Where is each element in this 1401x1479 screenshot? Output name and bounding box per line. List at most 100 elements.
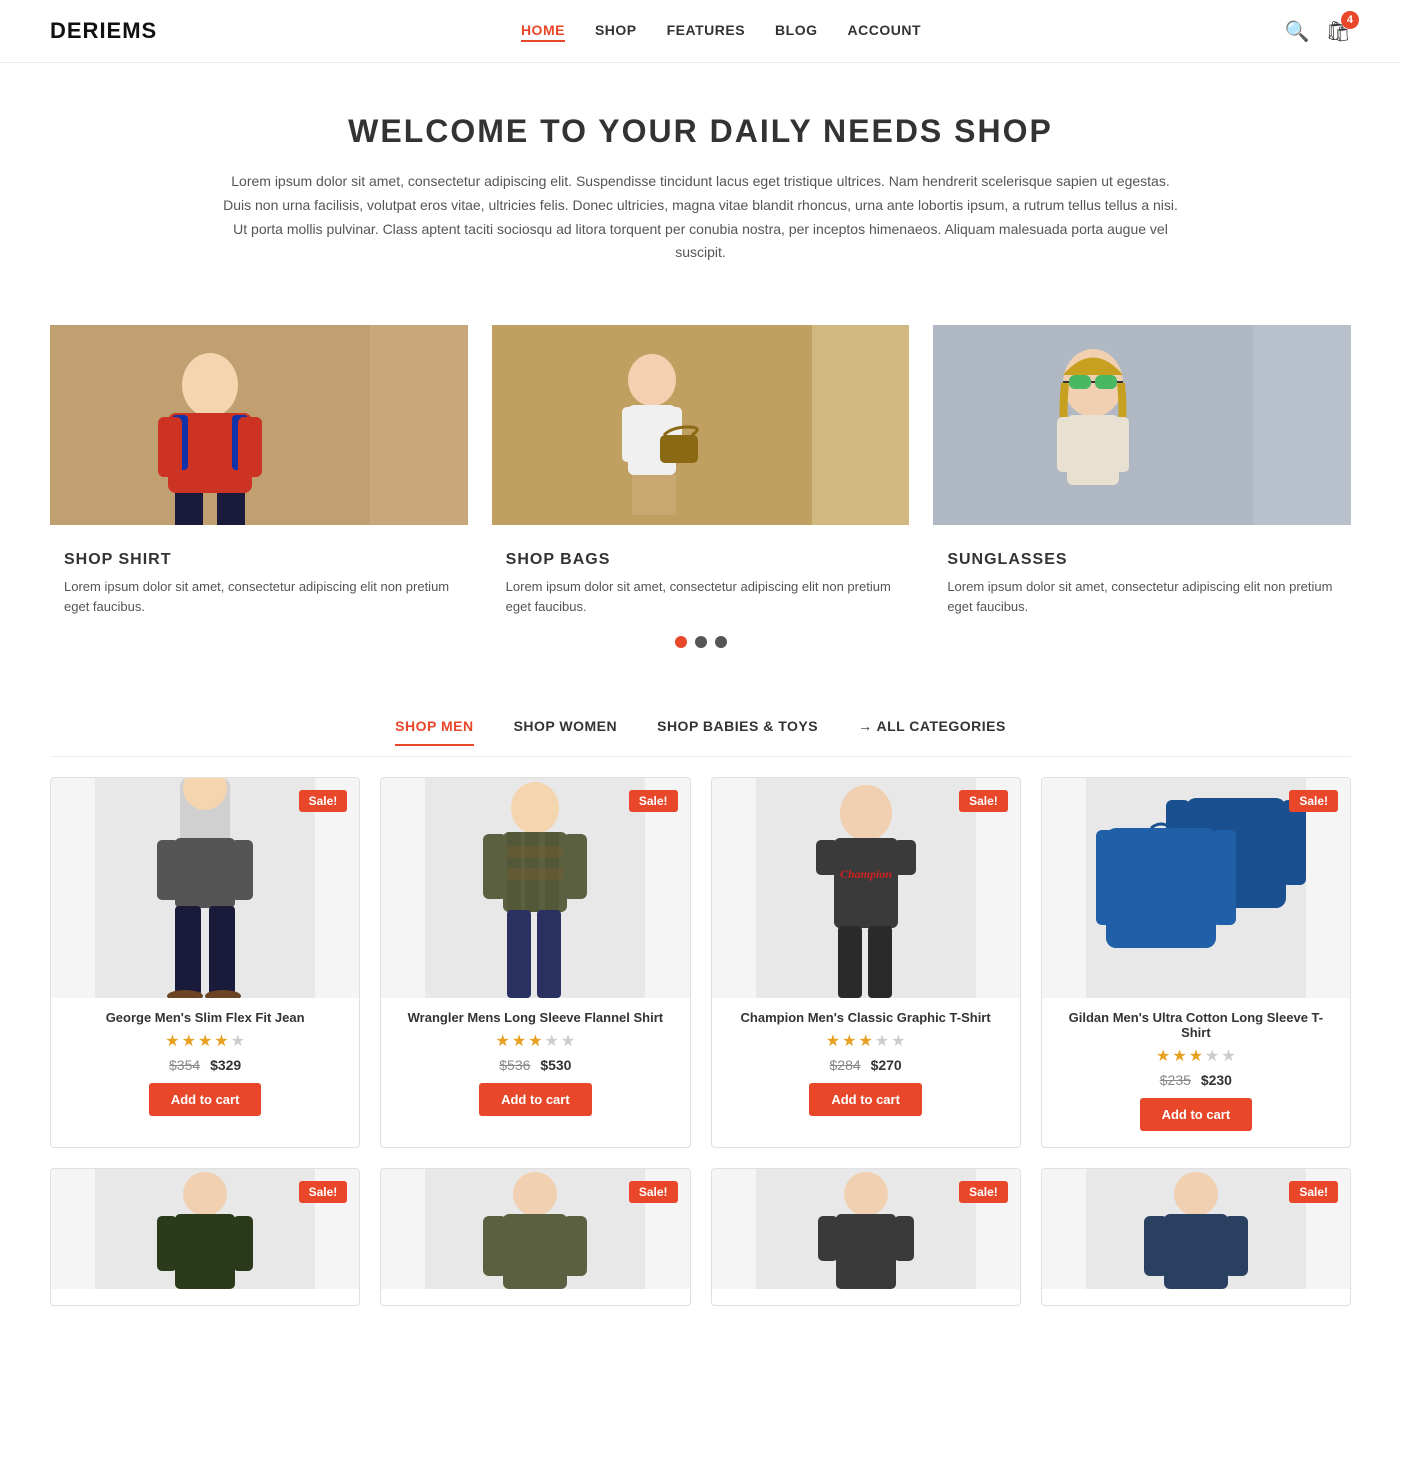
category-title-shirt: SHOP SHIRT (64, 551, 454, 569)
star-2-5: ★ (561, 1031, 575, 1051)
hero-section: WELCOME TO YOUR DAILY NEEDS SHOP Lorem i… (0, 63, 1401, 295)
category-desc-shirt: Lorem ipsum dolor sit amet, consectetur … (64, 577, 454, 616)
add-to-cart-button-3[interactable]: Add to cart (809, 1083, 922, 1116)
product-name-2: Wrangler Mens Long Sleeve Flannel Shirt (395, 1010, 675, 1025)
category-info-sunglasses: SUNGLASSES Lorem ipsum dolor sit amet, c… (933, 525, 1351, 616)
header: DERIEMS HOME SHOP FEATURES BLOG ACCOUNT … (0, 0, 1401, 63)
star-4-2: ★ (1172, 1046, 1186, 1066)
add-to-cart-button-4[interactable]: Add to cart (1140, 1098, 1253, 1131)
tab-all-categories[interactable]: ALL CATEGORIES (858, 718, 1006, 746)
sale-badge-4: Sale! (1289, 790, 1338, 812)
star-4-1: ★ (1156, 1046, 1170, 1066)
product-name-1: George Men's Slim Flex Fit Jean (65, 1010, 345, 1025)
nav-item-account[interactable]: ACCOUNT (848, 22, 922, 40)
nav-item-blog[interactable]: BLOG (775, 22, 817, 40)
new-price-2: $530 (540, 1057, 571, 1073)
old-price-2: $536 (499, 1057, 530, 1073)
nav-link-home[interactable]: HOME (521, 22, 565, 42)
nav-item-home[interactable]: HOME (521, 22, 565, 40)
carousel-dot-2[interactable] (695, 636, 707, 648)
hero-description: Lorem ipsum dolor sit amet, consectetur … (221, 170, 1181, 265)
sale-badge-3: Sale! (959, 790, 1008, 812)
sale-badge-6: Sale! (629, 1181, 678, 1203)
product-image-2: Sale! (381, 778, 689, 998)
product-card-8: Sale! (1041, 1168, 1351, 1306)
hero-title: WELCOME TO YOUR DAILY NEEDS SHOP (100, 113, 1301, 150)
tab-shop-babies-toys[interactable]: SHOP BABIES & TOYS (657, 718, 818, 746)
star-3-3: ★ (858, 1031, 872, 1051)
product-card-1: Sale! (50, 777, 360, 1148)
product-image-7: Sale! (712, 1169, 1020, 1289)
sale-badge-5: Sale! (299, 1181, 348, 1203)
product-name-4: Gildan Men's Ultra Cotton Long Sleeve T-… (1056, 1010, 1336, 1040)
sale-badge-1: Sale! (299, 790, 348, 812)
shop-tabs: SHOP MEN SHOP WOMEN SHOP BABIES & TOYS A… (50, 698, 1351, 757)
nav-item-shop[interactable]: SHOP (595, 22, 637, 40)
product-info-3: Champion Men's Classic Graphic T-Shirt ★… (712, 998, 1020, 1116)
category-desc-sunglasses: Lorem ipsum dolor sit amet, consectetur … (947, 577, 1337, 616)
product-card-5: Sale! (50, 1168, 360, 1306)
product-card-4: Sale! Gildan Men's Ultra Cot (1041, 777, 1351, 1148)
category-card-shirt[interactable]: SHOP SHIRT Lorem ipsum dolor sit amet, c… (50, 325, 468, 616)
carousel-dot-1[interactable] (675, 636, 687, 648)
new-price-3: $270 (871, 1057, 902, 1073)
star-3-2: ★ (842, 1031, 856, 1051)
product-image-3: Sale! Champion (712, 778, 1020, 998)
product-info-4: Gildan Men's Ultra Cotton Long Sleeve T-… (1042, 998, 1350, 1131)
nav-link-blog[interactable]: BLOG (775, 22, 817, 38)
old-price-3: $284 (830, 1057, 861, 1073)
price-row-1: $354 $329 (65, 1057, 345, 1073)
star-1-5: ★ (231, 1031, 245, 1051)
category-desc-bags: Lorem ipsum dolor sit amet, consectetur … (506, 577, 896, 616)
header-icons: 🔍 🛍 4 (1285, 19, 1351, 44)
nav-list: HOME SHOP FEATURES BLOG ACCOUNT (521, 22, 921, 40)
product-image-5: Sale! (51, 1169, 359, 1289)
category-title-bags: SHOP BAGS (506, 551, 896, 569)
category-image-sunglasses (933, 325, 1351, 525)
star-rating-1: ★ ★ ★ ★ ★ (65, 1031, 345, 1051)
carousel-dot-3[interactable] (715, 636, 727, 648)
nav-link-account[interactable]: ACCOUNT (848, 22, 922, 38)
category-card-bags[interactable]: SHOP BAGS Lorem ipsum dolor sit amet, co… (492, 325, 910, 616)
star-2-4: ★ (545, 1031, 559, 1051)
product-info-2: Wrangler Mens Long Sleeve Flannel Shirt … (381, 998, 689, 1116)
sale-badge-2: Sale! (629, 790, 678, 812)
tab-shop-men[interactable]: SHOP MEN (395, 718, 473, 746)
cart-badge: 4 (1341, 11, 1359, 29)
category-card-sunglasses[interactable]: SUNGLASSES Lorem ipsum dolor sit amet, c… (933, 325, 1351, 616)
new-price-4: $230 (1201, 1072, 1232, 1088)
svg-text:Champion: Champion (840, 867, 892, 881)
price-row-3: $284 $270 (726, 1057, 1006, 1073)
category-info-shirt: SHOP SHIRT Lorem ipsum dolor sit amet, c… (50, 525, 468, 616)
star-3-1: ★ (826, 1031, 840, 1051)
cart-icon-wrap[interactable]: 🛍 4 (1326, 19, 1351, 44)
search-icon[interactable]: 🔍 (1285, 19, 1310, 44)
star-1-1: ★ (165, 1031, 179, 1051)
product-image-8: Sale! (1042, 1169, 1350, 1289)
category-section: SHOP SHIRT Lorem ipsum dolor sit amet, c… (0, 295, 1401, 698)
category-image-shirt (50, 325, 468, 525)
products-grid: Sale! (50, 777, 1351, 1148)
add-to-cart-button-2[interactable]: Add to cart (479, 1083, 592, 1116)
category-grid: SHOP SHIRT Lorem ipsum dolor sit amet, c… (50, 325, 1351, 616)
nav-link-shop[interactable]: SHOP (595, 22, 637, 38)
category-info-bags: SHOP BAGS Lorem ipsum dolor sit amet, co… (492, 525, 910, 616)
product-card-2: Sale! (380, 777, 690, 1148)
products-section: Sale! (0, 757, 1401, 1326)
star-2-3: ★ (528, 1031, 542, 1051)
star-3-5: ★ (891, 1031, 905, 1051)
product-image-6: Sale! (381, 1169, 689, 1289)
nav-item-features[interactable]: FEATURES (667, 22, 745, 40)
add-to-cart-button-1[interactable]: Add to cart (149, 1083, 262, 1116)
nav-link-features[interactable]: FEATURES (667, 22, 745, 38)
products-grid-row2: Sale! Sale! (50, 1168, 1351, 1306)
product-card-7: Sale! (711, 1168, 1021, 1306)
tab-shop-women[interactable]: SHOP WOMEN (514, 718, 618, 746)
star-4-3: ★ (1189, 1046, 1203, 1066)
price-row-4: $235 $230 (1056, 1072, 1336, 1088)
product-image-1: Sale! (51, 778, 359, 998)
star-rating-3: ★ ★ ★ ★ ★ (726, 1031, 1006, 1051)
star-1-3: ★ (198, 1031, 212, 1051)
star-2-2: ★ (512, 1031, 526, 1051)
old-price-1: $354 (169, 1057, 200, 1073)
